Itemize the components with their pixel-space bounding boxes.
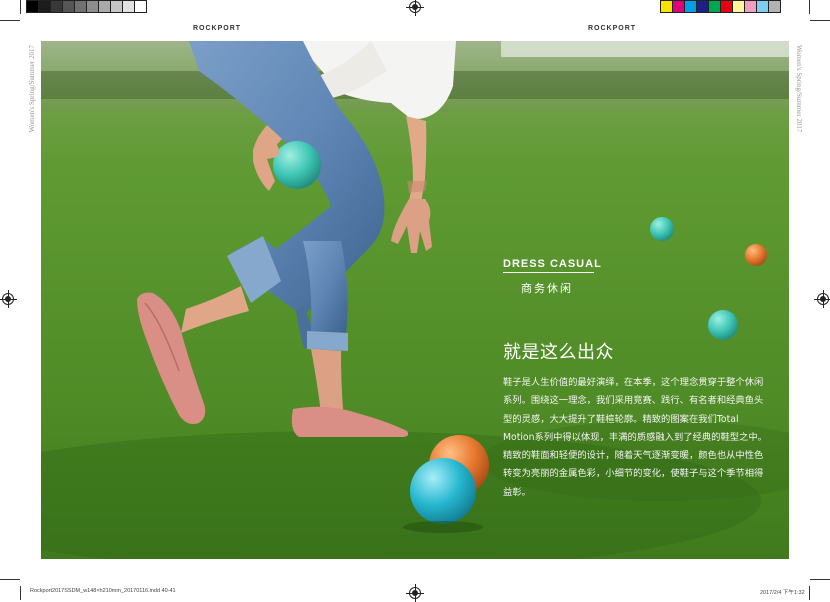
registration-mark-top bbox=[406, 0, 424, 16]
gray-color-bar bbox=[26, 0, 147, 13]
cmyk-color-bar bbox=[660, 0, 781, 13]
print-slug-left: Rockport2017SSDM_w148×h210mm_20170116.in… bbox=[30, 588, 176, 594]
brand-logo-left: ROCKPORT bbox=[193, 25, 242, 32]
crop-mark bbox=[809, 586, 810, 600]
headline: 就是这么出众 bbox=[503, 342, 614, 363]
body-paragraph: 鞋子是人生价值的最好演绎，在本季，这个理念贯穿于整个休闲系列。围绕这一理念，我们… bbox=[503, 377, 767, 498]
brand-logo-right: ROCKPORT bbox=[588, 25, 637, 32]
print-slug-right: 2017/2/4 下午1:32 bbox=[760, 590, 805, 596]
color-swatch bbox=[768, 0, 781, 13]
crop-mark bbox=[809, 0, 810, 14]
crop-mark bbox=[810, 579, 830, 580]
registration-mark-right bbox=[814, 290, 830, 308]
crop-mark bbox=[0, 20, 20, 21]
crop-mark bbox=[20, 586, 21, 600]
section-divider bbox=[503, 272, 594, 273]
side-caption-right: Women's Spring/Summer 2017 bbox=[795, 45, 803, 133]
side-caption-left: Women's Spring/Summer 2017 bbox=[28, 45, 36, 133]
section-title: DRESS CASUAL bbox=[503, 258, 602, 270]
gray-swatch bbox=[134, 0, 147, 13]
section-subtitle: 商务休闲 bbox=[521, 282, 573, 295]
crop-mark bbox=[810, 20, 830, 21]
registration-mark-left bbox=[0, 290, 17, 308]
registration-mark-bottom bbox=[406, 584, 424, 602]
crop-mark bbox=[0, 579, 20, 580]
crop-mark bbox=[20, 0, 21, 14]
